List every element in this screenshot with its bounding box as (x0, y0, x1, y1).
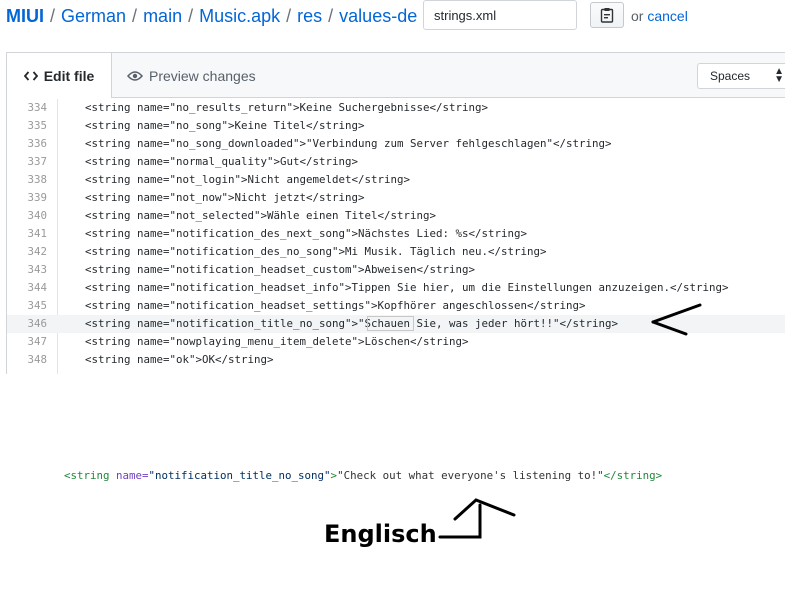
annotation-arrows (438, 303, 702, 539)
english-tag-close: </string> (603, 469, 663, 482)
english-translation: <string name="notification_title_no_song… (64, 469, 662, 482)
arrow-to-line-icon (651, 303, 702, 336)
english-tag-open: <string (64, 469, 110, 482)
english-attr: name= (109, 469, 149, 482)
arrow-to-english-icon (438, 498, 516, 539)
english-label: Englisch (324, 520, 437, 548)
english-content: "Check out what everyone's listening to!… (337, 469, 604, 482)
english-attr-value: "notification_title_no_song" (148, 469, 331, 482)
